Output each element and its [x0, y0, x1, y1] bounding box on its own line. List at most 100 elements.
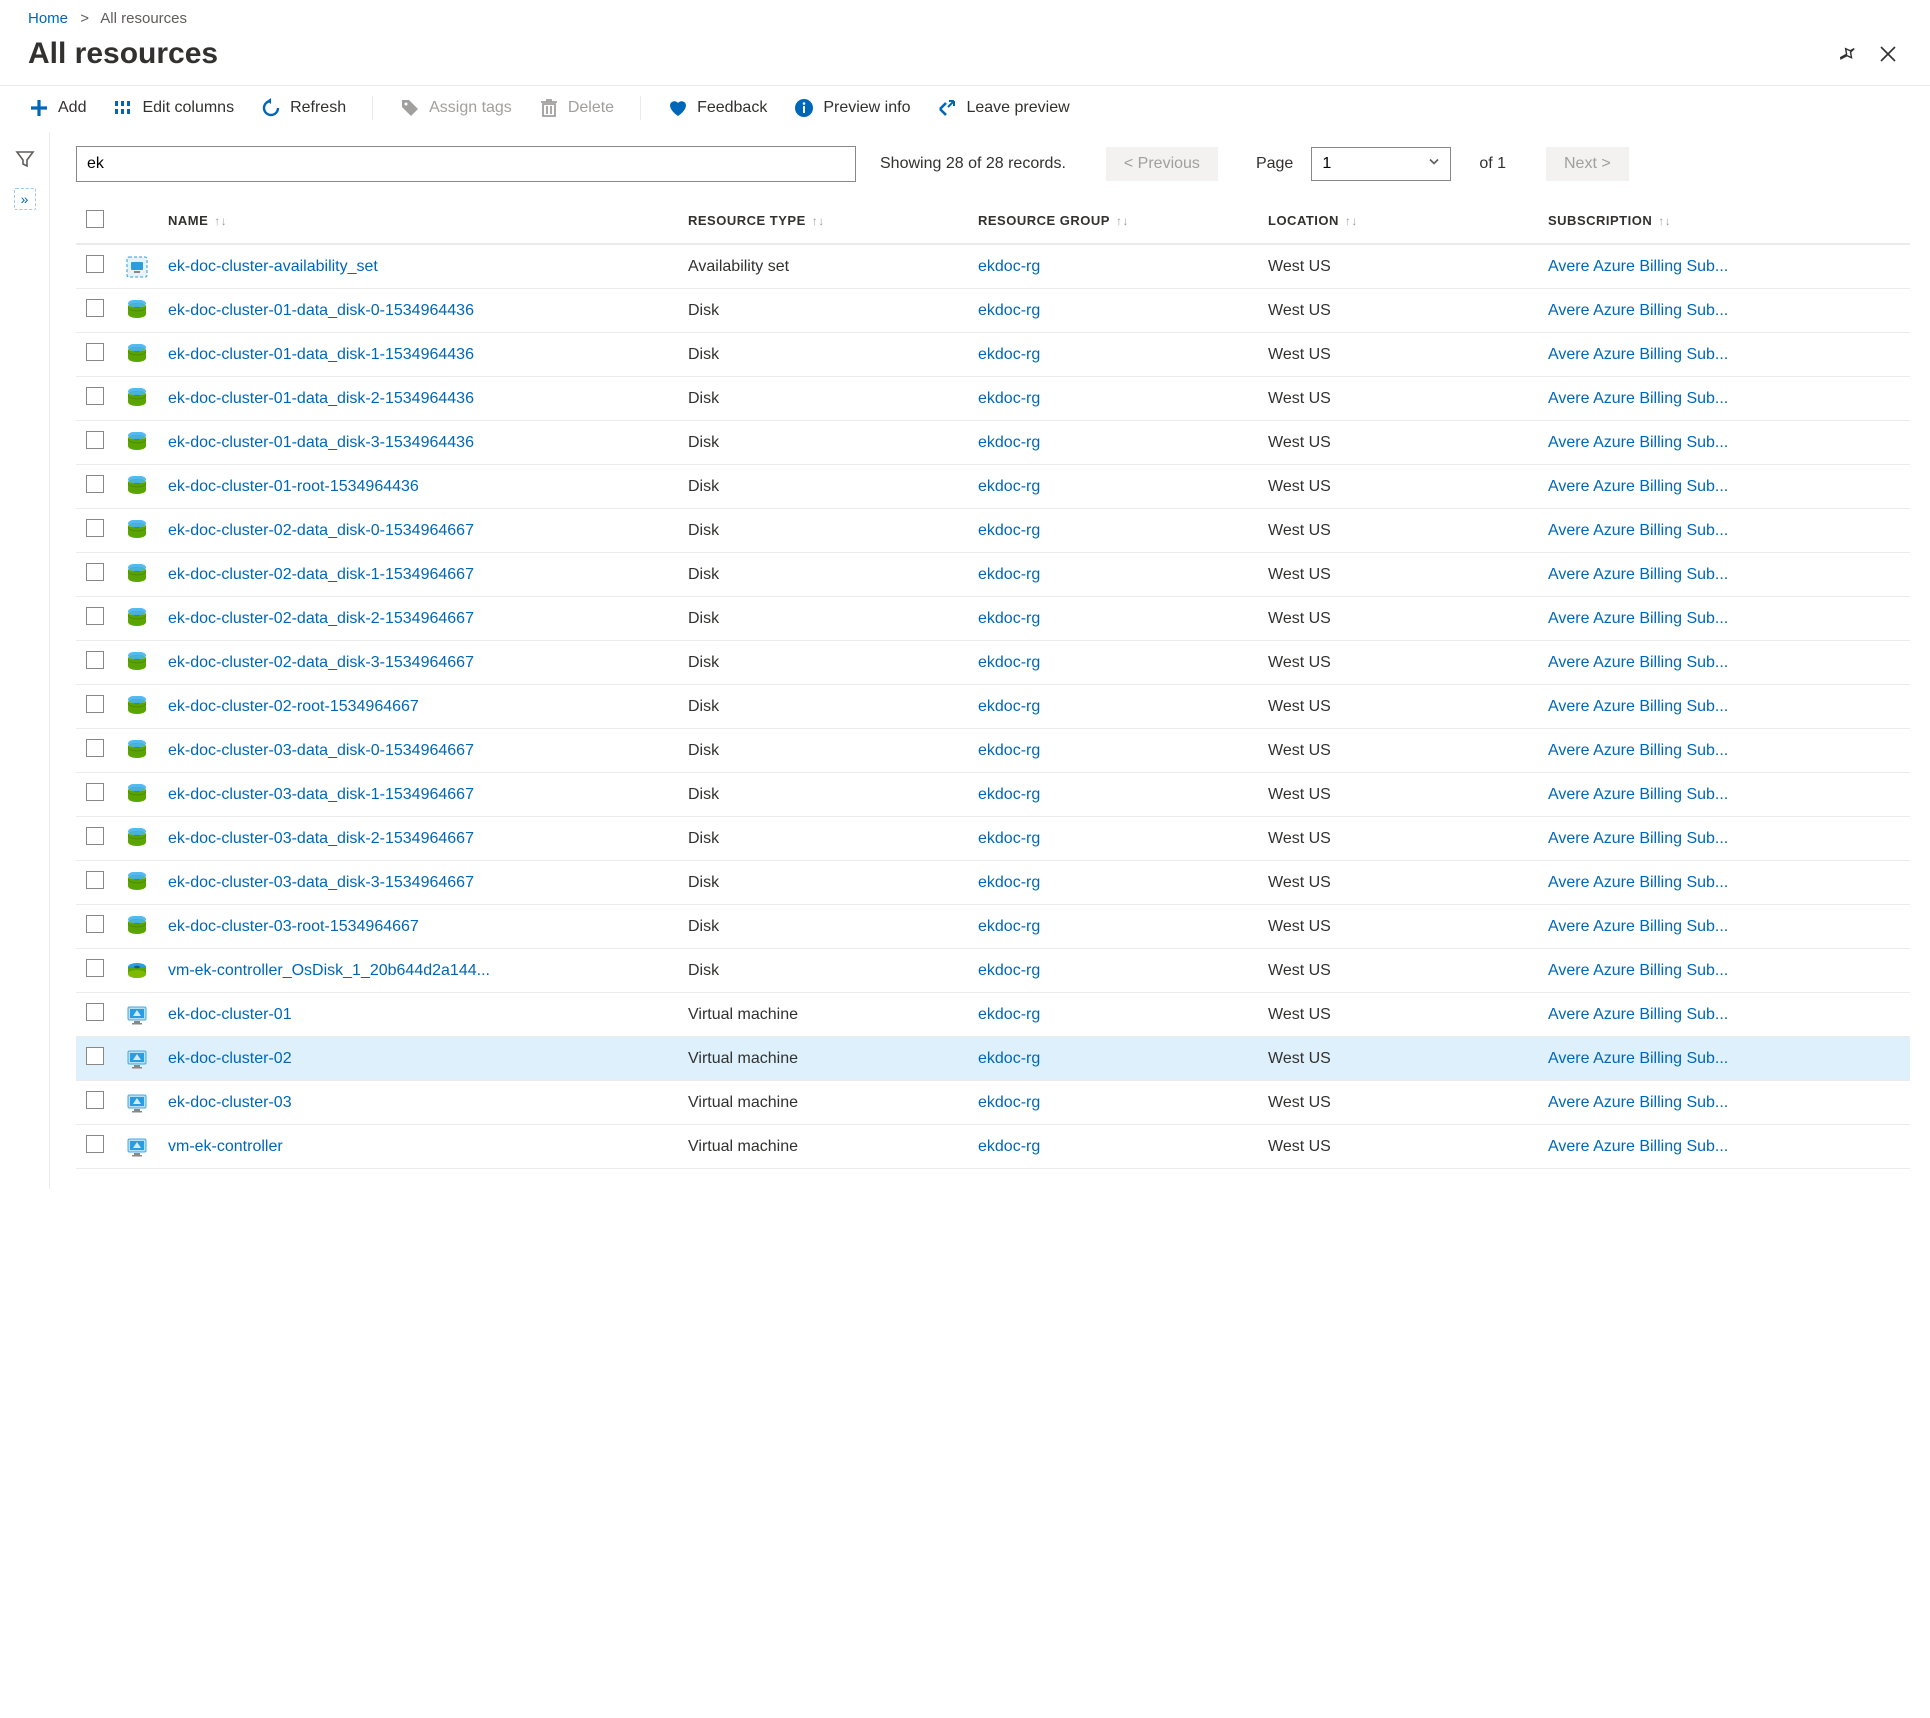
resource-name-link[interactable]: ek-doc-cluster-01-data_disk-3-1534964436	[158, 421, 678, 465]
table-row[interactable]: ek-doc-cluster-02Virtual machineekdoc-rg…	[76, 1037, 1910, 1081]
resource-group-link[interactable]: ekdoc-rg	[968, 685, 1258, 729]
resource-group-link[interactable]: ekdoc-rg	[968, 1125, 1258, 1169]
subscription-link[interactable]: Avere Azure Billing Sub...	[1538, 377, 1910, 421]
leave-preview-button[interactable]: Leave preview	[936, 97, 1069, 119]
resource-group-link[interactable]: ekdoc-rg	[968, 641, 1258, 685]
subscription-link[interactable]: Avere Azure Billing Sub...	[1538, 905, 1910, 949]
col-loc[interactable]: LOCATION↑↓	[1258, 198, 1538, 244]
resource-name-link[interactable]: ek-doc-cluster-01-data_disk-0-1534964436	[158, 289, 678, 333]
preview-info-button[interactable]: Preview info	[793, 97, 910, 119]
resource-group-link[interactable]: ekdoc-rg	[968, 949, 1258, 993]
resource-name-link[interactable]: ek-doc-cluster-02	[158, 1037, 678, 1081]
col-sub[interactable]: SUBSCRIPTION↑↓	[1538, 198, 1910, 244]
row-checkbox[interactable]	[86, 871, 104, 889]
resource-group-link[interactable]: ekdoc-rg	[968, 729, 1258, 773]
row-checkbox[interactable]	[86, 431, 104, 449]
table-row[interactable]: ek-doc-cluster-01-data_disk-2-1534964436…	[76, 377, 1910, 421]
subscription-link[interactable]: Avere Azure Billing Sub...	[1538, 949, 1910, 993]
resource-group-link[interactable]: ekdoc-rg	[968, 289, 1258, 333]
table-row[interactable]: vm-ek-controllerVirtual machineekdoc-rgW…	[76, 1125, 1910, 1169]
subscription-link[interactable]: Avere Azure Billing Sub...	[1538, 993, 1910, 1037]
subscription-link[interactable]: Avere Azure Billing Sub...	[1538, 421, 1910, 465]
resource-group-link[interactable]: ekdoc-rg	[968, 421, 1258, 465]
feedback-button[interactable]: Feedback	[667, 97, 767, 119]
row-checkbox[interactable]	[86, 519, 104, 537]
resource-name-link[interactable]: ek-doc-cluster-03-data_disk-0-1534964667	[158, 729, 678, 773]
row-checkbox[interactable]	[86, 563, 104, 581]
table-row[interactable]: ek-doc-cluster-02-data_disk-3-1534964667…	[76, 641, 1910, 685]
table-row[interactable]: ek-doc-cluster-availability_setAvailabil…	[76, 244, 1910, 289]
pin-button[interactable]	[1834, 40, 1862, 68]
row-checkbox[interactable]	[86, 695, 104, 713]
table-row[interactable]: ek-doc-cluster-02-data_disk-0-1534964667…	[76, 509, 1910, 553]
subscription-link[interactable]: Avere Azure Billing Sub...	[1538, 244, 1910, 289]
resource-group-link[interactable]: ekdoc-rg	[968, 244, 1258, 289]
table-row[interactable]: vm-ek-controller_OsDisk_1_20b644d2a144..…	[76, 949, 1910, 993]
resource-group-link[interactable]: ekdoc-rg	[968, 553, 1258, 597]
filter-icon[interactable]	[14, 148, 36, 174]
resource-group-link[interactable]: ekdoc-rg	[968, 817, 1258, 861]
close-button[interactable]	[1874, 40, 1902, 68]
row-checkbox[interactable]	[86, 1003, 104, 1021]
breadcrumb-home[interactable]: Home	[28, 10, 68, 27]
next-page-button[interactable]: Next >	[1546, 147, 1629, 181]
row-checkbox[interactable]	[86, 299, 104, 317]
table-row[interactable]: ek-doc-cluster-03Virtual machineekdoc-rg…	[76, 1081, 1910, 1125]
resource-group-link[interactable]: ekdoc-rg	[968, 993, 1258, 1037]
edit-columns-button[interactable]: Edit columns	[112, 97, 234, 119]
search-input[interactable]	[76, 146, 856, 182]
subscription-link[interactable]: Avere Azure Billing Sub...	[1538, 729, 1910, 773]
subscription-link[interactable]: Avere Azure Billing Sub...	[1538, 553, 1910, 597]
table-row[interactable]: ek-doc-cluster-03-data_disk-3-1534964667…	[76, 861, 1910, 905]
subscription-link[interactable]: Avere Azure Billing Sub...	[1538, 465, 1910, 509]
resource-name-link[interactable]: ek-doc-cluster-03-data_disk-2-1534964667	[158, 817, 678, 861]
table-row[interactable]: ek-doc-cluster-01-root-1534964436Diskekd…	[76, 465, 1910, 509]
row-checkbox[interactable]	[86, 827, 104, 845]
row-checkbox[interactable]	[86, 915, 104, 933]
resource-name-link[interactable]: ek-doc-cluster-03-data_disk-3-1534964667	[158, 861, 678, 905]
resource-group-link[interactable]: ekdoc-rg	[968, 333, 1258, 377]
resource-name-link[interactable]: ek-doc-cluster-02-data_disk-2-1534964667	[158, 597, 678, 641]
subscription-link[interactable]: Avere Azure Billing Sub...	[1538, 861, 1910, 905]
col-name[interactable]: NAME↑↓	[158, 198, 678, 244]
resource-name-link[interactable]: ek-doc-cluster-03-data_disk-1-1534964667	[158, 773, 678, 817]
expand-filter-button[interactable]: »	[14, 188, 36, 210]
resource-name-link[interactable]: ek-doc-cluster-02-data_disk-0-1534964667	[158, 509, 678, 553]
resource-group-link[interactable]: ekdoc-rg	[968, 465, 1258, 509]
row-checkbox[interactable]	[86, 959, 104, 977]
row-checkbox[interactable]	[86, 1091, 104, 1109]
subscription-link[interactable]: Avere Azure Billing Sub...	[1538, 597, 1910, 641]
subscription-link[interactable]: Avere Azure Billing Sub...	[1538, 509, 1910, 553]
resource-name-link[interactable]: ek-doc-cluster-01-data_disk-2-1534964436	[158, 377, 678, 421]
table-row[interactable]: ek-doc-cluster-01-data_disk-3-1534964436…	[76, 421, 1910, 465]
resource-group-link[interactable]: ekdoc-rg	[968, 377, 1258, 421]
resource-name-link[interactable]: ek-doc-cluster-01-data_disk-1-1534964436	[158, 333, 678, 377]
subscription-link[interactable]: Avere Azure Billing Sub...	[1538, 817, 1910, 861]
previous-page-button[interactable]: < Previous	[1106, 147, 1218, 181]
resource-name-link[interactable]: vm-ek-controller_OsDisk_1_20b644d2a144..…	[158, 949, 678, 993]
table-row[interactable]: ek-doc-cluster-01-data_disk-0-1534964436…	[76, 289, 1910, 333]
select-all-checkbox[interactable]	[86, 210, 104, 228]
page-select[interactable]	[1311, 147, 1451, 181]
row-checkbox[interactable]	[86, 387, 104, 405]
col-rg[interactable]: RESOURCE GROUP↑↓	[968, 198, 1258, 244]
resource-name-link[interactable]: ek-doc-cluster-02-data_disk-3-1534964667	[158, 641, 678, 685]
resource-name-link[interactable]: vm-ek-controller	[158, 1125, 678, 1169]
subscription-link[interactable]: Avere Azure Billing Sub...	[1538, 1125, 1910, 1169]
table-row[interactable]: ek-doc-cluster-03-root-1534964667Diskekd…	[76, 905, 1910, 949]
table-row[interactable]: ek-doc-cluster-03-data_disk-0-1534964667…	[76, 729, 1910, 773]
table-row[interactable]: ek-doc-cluster-01Virtual machineekdoc-rg…	[76, 993, 1910, 1037]
row-checkbox[interactable]	[86, 1135, 104, 1153]
resource-name-link[interactable]: ek-doc-cluster-02-root-1534964667	[158, 685, 678, 729]
resource-name-link[interactable]: ek-doc-cluster-02-data_disk-1-1534964667	[158, 553, 678, 597]
resource-group-link[interactable]: ekdoc-rg	[968, 509, 1258, 553]
resource-group-link[interactable]: ekdoc-rg	[968, 861, 1258, 905]
add-button[interactable]: Add	[28, 97, 86, 119]
row-checkbox[interactable]	[86, 607, 104, 625]
subscription-link[interactable]: Avere Azure Billing Sub...	[1538, 333, 1910, 377]
row-checkbox[interactable]	[86, 343, 104, 361]
subscription-link[interactable]: Avere Azure Billing Sub...	[1538, 1037, 1910, 1081]
row-checkbox[interactable]	[86, 783, 104, 801]
table-row[interactable]: ek-doc-cluster-02-data_disk-1-1534964667…	[76, 553, 1910, 597]
resource-group-link[interactable]: ekdoc-rg	[968, 1037, 1258, 1081]
